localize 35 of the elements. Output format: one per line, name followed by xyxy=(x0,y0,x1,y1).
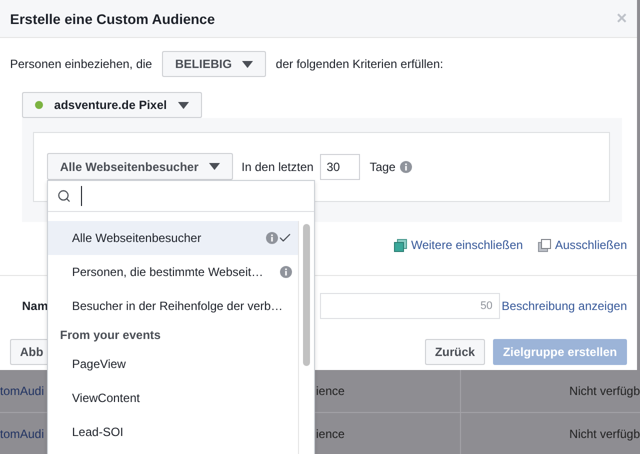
table-cell-text: tomAudi xyxy=(0,427,46,441)
pixel-dropdown[interactable]: adsventure.de Pixel xyxy=(22,92,202,118)
menu-item[interactable]: Lead-SOI xyxy=(48,415,298,449)
match-mode-dropdown[interactable]: BELIEBIG xyxy=(162,51,266,77)
scrollbar-thumb[interactable] xyxy=(303,224,310,366)
link[interactable]: Ausschließen xyxy=(538,238,627,252)
menu-heading: From your events xyxy=(59,327,162,344)
table-cell-text: ience xyxy=(316,384,346,398)
table-cell-text: tomAudi xyxy=(0,384,46,398)
days-unit: Tage xyxy=(370,160,396,174)
character-counter: 50 xyxy=(480,300,493,312)
menu-item[interactable]: ViewContent xyxy=(48,381,298,415)
rule-suffix: der folgenden Kriterien erfüllen: xyxy=(276,57,444,71)
dialog-title: Erstelle eine Custom Audience xyxy=(10,10,215,26)
caret-icon xyxy=(208,163,220,170)
table-cell-text: ience xyxy=(316,427,346,441)
days-input[interactable]: 30 xyxy=(320,154,360,180)
menu-item[interactable]: Personen, die bestimmte Webseit… xyxy=(48,255,298,289)
stacked-squares-icon xyxy=(394,238,408,252)
table-cell-text: Nicht verfügb xyxy=(568,427,640,441)
button[interactable]: Zurück xyxy=(424,339,485,365)
rule-prefix: Personen einbeziehen, die xyxy=(10,57,152,71)
caret-icon xyxy=(178,102,189,108)
stacked-squares-icon xyxy=(538,238,551,252)
menu-item[interactable]: Besucher in der Reihenfolge der verb… xyxy=(48,289,298,323)
search-icon xyxy=(57,189,71,203)
show-description-link[interactable]: Beschreibung anzeigen xyxy=(502,299,627,313)
table-cell-text: Nicht verfügb xyxy=(568,384,640,398)
days-label: In den letzten xyxy=(242,160,314,174)
audience-dropdown[interactable]: Alle Webseitenbesucher xyxy=(47,153,232,180)
info-icon xyxy=(400,160,412,172)
caret-icon xyxy=(242,60,253,68)
name-label: Nam xyxy=(22,299,48,313)
menu-item[interactable]: Alle Webseitenbesucher xyxy=(48,221,298,255)
link[interactable]: Weitere einschließen xyxy=(394,238,523,252)
